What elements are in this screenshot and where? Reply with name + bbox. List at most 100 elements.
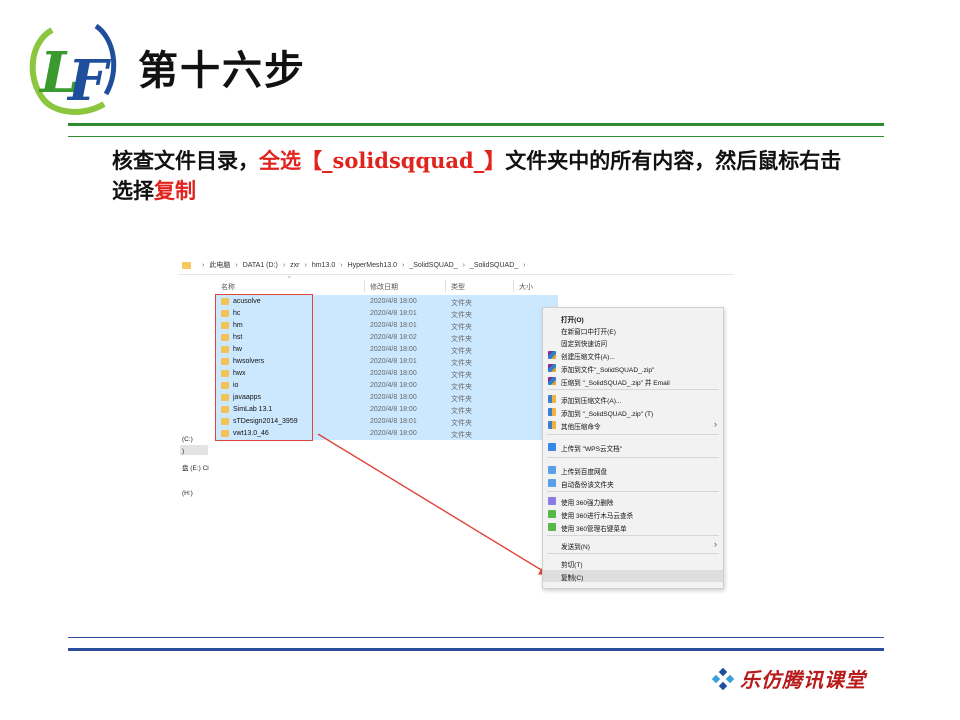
menu-item-label: 在新窗口中打开(E) <box>561 329 616 336</box>
file-date: 2020/4/8 18:01 <box>370 418 417 425</box>
file-type: 文件夹 <box>451 336 472 343</box>
winrar-icon <box>548 351 556 359</box>
instruction-highlight-copy: 复制 <box>154 178 196 203</box>
menu-item-label: 添加到压缩文件(A)... <box>561 398 622 405</box>
breadcrumb-item[interactable]: _SolidSQUAD_ <box>470 262 518 269</box>
svg-text:F: F <box>66 48 112 114</box>
menu-item-add-to-zip[interactable]: 添加到文件"_SolidSQUAD_.zip" <box>543 362 723 374</box>
diamond-cluster-icon <box>712 667 734 690</box>
menu-item-add-to-archive[interactable]: 添加到压缩文件(A)... <box>543 393 723 405</box>
chevron-right-icon: › <box>462 261 465 269</box>
menu-item-label: 自动备份该文件夹 <box>561 482 614 489</box>
archive-icon <box>548 421 556 429</box>
menu-item-360-manage[interactable]: 使用 360管理右键菜单 <box>543 521 723 533</box>
menu-item-create-archive[interactable]: 创建压缩文件(A)... <box>543 349 723 361</box>
sort-up-icon: ^ <box>288 276 291 282</box>
menu-item-open[interactable]: 打开(O) <box>543 312 723 324</box>
breadcrumb-item[interactable]: HyperMesh13.0 <box>348 262 397 269</box>
nav-drive-h[interactable]: (H:) <box>182 490 193 497</box>
chevron-right-icon: › <box>340 261 343 269</box>
menu-item-360-scan[interactable]: 使用 360进行木马云查杀 <box>543 508 723 520</box>
menu-item-360-delete[interactable]: 使用 360强力删除 <box>543 495 723 507</box>
file-date: 2020/4/8 18:01 <box>370 310 417 317</box>
menu-item-auto-backup[interactable]: 自动备份该文件夹 <box>543 477 723 489</box>
menu-item-zip-and-email[interactable]: 压缩到 "_SolidSQUAD_.zip" 并 Email <box>543 375 723 387</box>
column-header-size[interactable]: 大小 <box>519 282 533 292</box>
file-date: 2020/4/8 18:01 <box>370 358 417 365</box>
file-date: 2020/4/8 18:00 <box>370 430 417 437</box>
explorer-screenshot: › 此电脑 › DATA1 (D:) › zxr › hm13.0 › Hype… <box>178 252 738 592</box>
file-date: 2020/4/8 18:00 <box>370 394 417 401</box>
slide-title: 第十六步 <box>138 48 306 94</box>
archive-icon <box>548 408 556 416</box>
menu-item-label: 添加到 "_SolidSQUAD_.zip" (T) <box>561 411 654 418</box>
file-type: 文件夹 <box>451 324 472 331</box>
360-icon <box>548 523 556 531</box>
column-divider[interactable] <box>445 280 446 292</box>
breadcrumb-divider <box>178 274 734 275</box>
file-type: 文件夹 <box>451 384 472 391</box>
archive-icon <box>548 395 556 403</box>
folder-icon <box>182 261 191 269</box>
360-delete-icon <box>548 497 556 505</box>
chevron-right-icon: › <box>714 419 717 429</box>
header-divider-thin <box>68 136 884 137</box>
menu-separator <box>547 434 719 435</box>
instruction-text: 核查文件目录，全选【_solidsqquad_】文件夹中的所有内容，然后鼠标右击… <box>112 146 852 206</box>
breadcrumb-item[interactable]: 此电脑 <box>209 260 230 270</box>
breadcrumb-item[interactable]: hm13.0 <box>312 262 335 269</box>
breadcrumb-item[interactable]: _SolidSQUAD_ <box>409 262 457 269</box>
menu-item-label: 打开(O) <box>561 317 584 324</box>
menu-item-label: 上传到 "WPS云文档" <box>561 446 623 453</box>
menu-item-label: 发送到(N) <box>561 544 590 551</box>
menu-separator <box>547 553 719 554</box>
column-divider[interactable] <box>364 280 365 292</box>
header-divider-thick <box>68 123 884 126</box>
footer-brand-text: 乐仿腾讯课堂 <box>740 668 866 692</box>
menu-item-label: 上传到百度网盘 <box>561 469 608 476</box>
column-header-date[interactable]: 修改日期 <box>370 282 398 292</box>
file-type: 文件夹 <box>451 300 472 307</box>
menu-item-label: 压缩到 "_SolidSQUAD_.zip" 并 Email <box>561 380 670 387</box>
menu-item-label: 复制(C) <box>561 575 584 582</box>
360-icon <box>548 510 556 518</box>
column-header-type[interactable]: 类型 <box>451 282 465 292</box>
breadcrumb-item[interactable]: zxr <box>290 262 299 269</box>
chevron-right-icon: › <box>235 261 238 269</box>
menu-item-label: 使用 360强力删除 <box>561 500 614 507</box>
footer-divider-thick <box>68 648 884 651</box>
file-type: 文件夹 <box>451 348 472 355</box>
file-type: 文件夹 <box>451 408 472 415</box>
chevron-right-icon: › <box>523 261 526 269</box>
menu-item-upload-baidu[interactable]: 上传到百度网盘 <box>543 464 723 476</box>
menu-item-send-to[interactable]: 发送到(N) › <box>543 539 723 551</box>
breadcrumb-item[interactable]: DATA1 (D:) <box>243 262 278 269</box>
menu-item-upload-wps[interactable]: 上传到 "WPS云文档" <box>543 441 723 453</box>
file-type: 文件夹 <box>451 312 472 319</box>
nav-item[interactable]: ) <box>182 448 184 455</box>
file-date: 2020/4/8 18:00 <box>370 406 417 413</box>
chevron-right-icon: › <box>202 261 205 269</box>
nav-drive-e[interactable]: 盘 (E:) Cl <box>182 462 209 472</box>
menu-item-pin-quick-access[interactable]: 固定到快速访问 <box>543 336 723 348</box>
menu-item-label: 创建压缩文件(A)... <box>561 354 615 361</box>
nav-drive-c[interactable]: (C:) <box>182 436 193 443</box>
instruction-highlight-select: 全选【_solidsqquad_】 <box>259 148 506 173</box>
menu-item-add-to-zip-t[interactable]: 添加到 "_SolidSQUAD_.zip" (T) <box>543 406 723 418</box>
menu-item-label: 使用 360管理右键菜单 <box>561 526 627 533</box>
chevron-right-icon: › <box>282 261 286 269</box>
file-type: 文件夹 <box>451 396 472 403</box>
menu-item-open-new-window[interactable]: 在新窗口中打开(E) <box>543 324 723 336</box>
wps-cloud-icon <box>548 443 556 451</box>
menu-item-cut[interactable]: 剪切(T) <box>543 557 723 569</box>
menu-item-label: 添加到文件"_SolidSQUAD_.zip" <box>561 367 655 374</box>
menu-item-other-compress[interactable]: 其他压缩命令 › <box>543 419 723 431</box>
menu-item-copy[interactable]: 复制(C) <box>543 570 723 582</box>
column-header-name[interactable]: 名称 <box>221 282 235 292</box>
breadcrumb: › 此电脑 › DATA1 (D:) › zxr › hm13.0 › Hype… <box>182 258 531 272</box>
column-divider[interactable] <box>513 280 514 292</box>
chevron-right-icon: › <box>401 261 405 269</box>
chevron-right-icon: › <box>304 261 307 269</box>
chevron-right-icon: › <box>714 539 717 549</box>
winrar-icon <box>548 377 556 385</box>
